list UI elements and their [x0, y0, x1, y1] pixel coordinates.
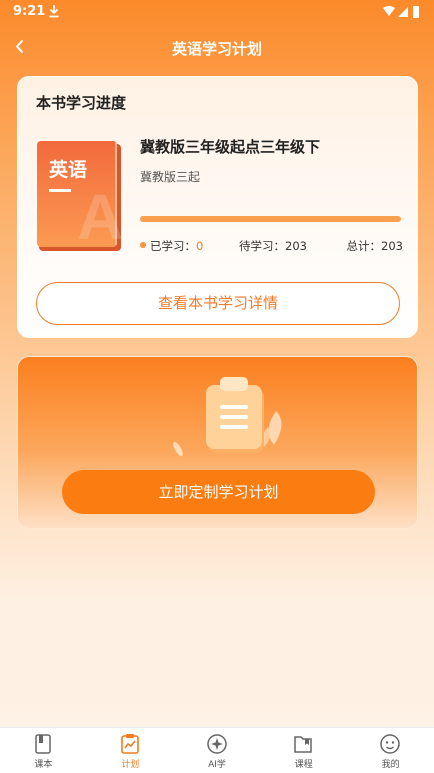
book-name: 冀教版三年级起点三年级下: [140, 138, 321, 156]
dot-icon: [140, 242, 146, 248]
stat-pending: 待学习：203: [239, 238, 307, 254]
tab-label: 计划: [121, 760, 140, 770]
progress-stats: 已学习：0 待学习：203 总计：203: [140, 238, 403, 256]
status-bar: 9:21: [0, 0, 434, 26]
tab-label: 我的: [381, 760, 400, 770]
book-icon: [35, 734, 51, 754]
create-plan-button[interactable]: 立即定制学习计划: [62, 470, 375, 514]
cover-word: 英语: [49, 158, 87, 181]
tab-textbook[interactable]: 课本: [0, 728, 87, 773]
progress-bar-fill: [140, 216, 401, 222]
card-title: 本书学习进度: [36, 94, 127, 112]
signal-battery-icons: [383, 6, 419, 18]
learned-value: 0: [196, 239, 204, 253]
cover-letter: A: [77, 181, 121, 251]
pending-label: 待学习：: [239, 239, 285, 253]
tab-label: 课程: [294, 760, 313, 770]
bottom-tab-bar: 课本 计划 AI学 课程 我的: [0, 727, 434, 773]
profile-icon: [380, 734, 400, 754]
tab-profile[interactable]: 我的: [347, 728, 434, 773]
tab-plan[interactable]: 计划: [87, 728, 174, 773]
book-progress-card: 本书学习进度 A 英语 冀教版三年级起点三年级下 冀教版三起 已学习：0 待学习…: [17, 76, 418, 338]
learned-label: 已学习：: [150, 239, 196, 253]
ai-icon: [206, 734, 227, 754]
progress-bar: [140, 216, 401, 222]
status-time: 9:21: [13, 4, 46, 19]
plan-icon: [120, 734, 139, 754]
stat-learned: 已学习：0: [140, 238, 203, 254]
study-plan-card: 立即定制学习计划: [17, 356, 418, 529]
nav-bar: 英语学习计划: [0, 26, 434, 70]
tab-label: 课本: [34, 760, 53, 770]
pending-value: 203: [285, 239, 307, 253]
clipboard-illustration-icon: [173, 377, 282, 457]
total-label: 总计：: [346, 239, 382, 253]
book-cover: A 英语: [37, 141, 121, 251]
tab-ai-learn[interactable]: AI学: [174, 728, 261, 773]
view-details-button[interactable]: 查看本书学习详情: [36, 282, 400, 325]
stat-total: 总计：203: [347, 238, 403, 254]
page-title: 英语学习计划: [171, 40, 262, 58]
total-value: 203: [381, 239, 403, 253]
book-edition: 冀教版三起: [140, 170, 201, 184]
tab-label: AI学: [208, 760, 226, 770]
download-icon: [49, 5, 59, 18]
course-icon: [294, 736, 313, 753]
tab-courses[interactable]: 课程: [260, 728, 347, 773]
